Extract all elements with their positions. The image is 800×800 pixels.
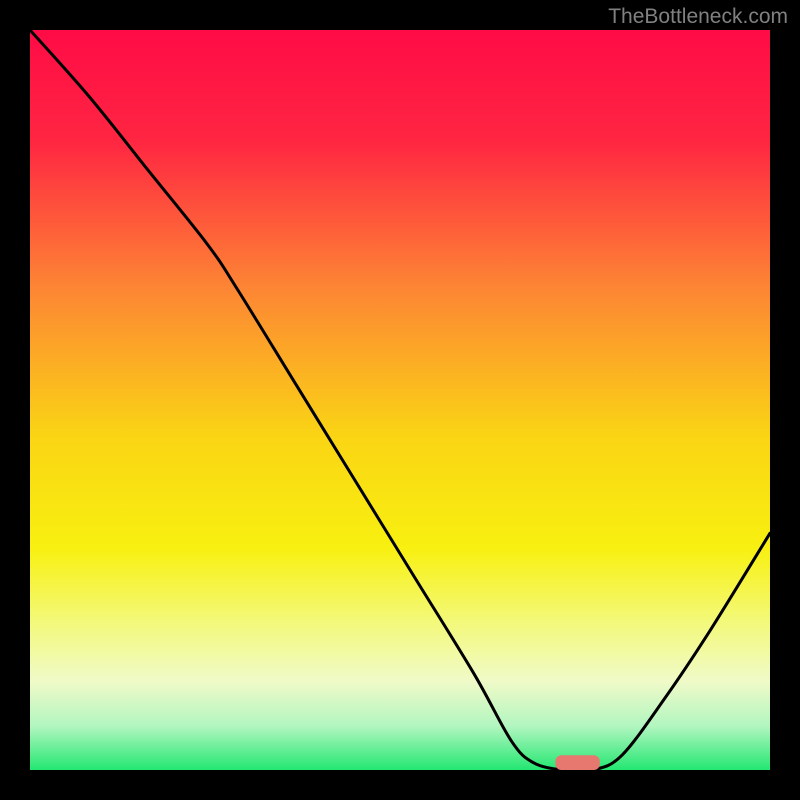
chart-svg xyxy=(30,30,770,770)
chart-plot-area xyxy=(30,30,770,770)
watermark-text: TheBottleneck.com xyxy=(608,5,788,29)
optimal-marker xyxy=(555,755,599,770)
chart-background xyxy=(30,30,770,770)
